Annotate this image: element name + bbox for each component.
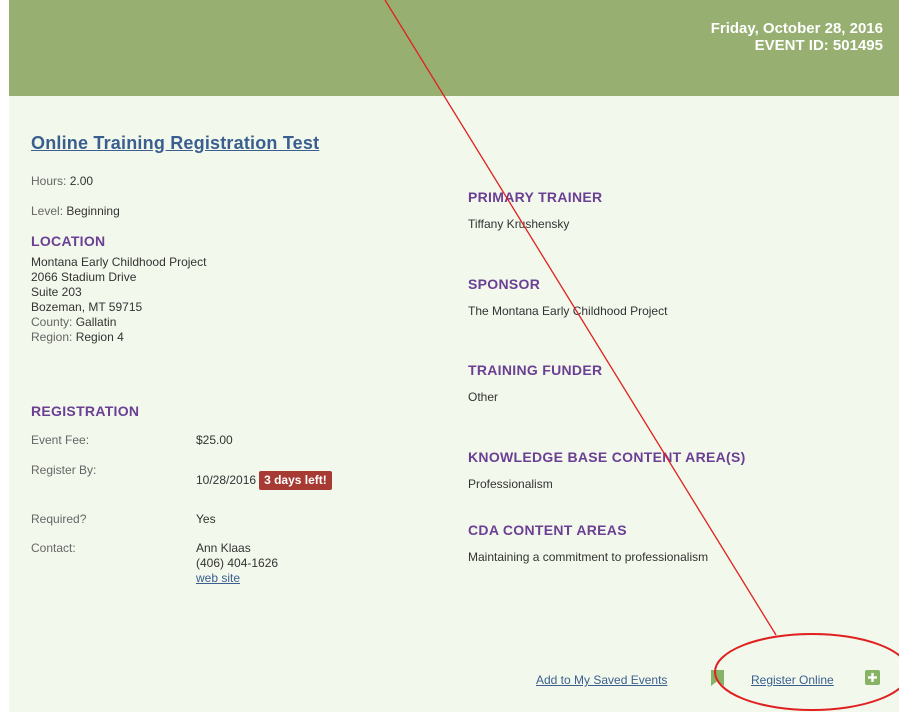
register-by-row: 10/28/2016 3 days left! bbox=[196, 471, 332, 490]
county-row: County: Gallatin bbox=[31, 315, 206, 330]
location-heading: LOCATION bbox=[31, 233, 106, 249]
event-id: EVENT ID: 501495 bbox=[754, 37, 883, 54]
cda-heading: CDA CONTENT AREAS bbox=[468, 522, 627, 538]
region-row: Region: Region 4 bbox=[31, 330, 206, 345]
event-panel bbox=[9, 96, 899, 712]
contact-phone: (406) 404-1626 bbox=[196, 556, 279, 570]
event-date: Friday, October 28, 2016 bbox=[710, 20, 883, 37]
days-left-badge: 3 days left! bbox=[259, 471, 332, 490]
contact-website-link[interactable]: web site bbox=[196, 571, 240, 585]
address-line: 2066 Stadium Drive bbox=[31, 270, 137, 284]
page-header: Friday, October 28, 2016 EVENT ID: 50149… bbox=[9, 0, 899, 96]
region-value: Region 4 bbox=[75, 330, 124, 344]
required-value: Yes bbox=[196, 512, 216, 526]
county-value: Gallatin bbox=[75, 315, 117, 329]
sponsor-value: The Montana Early Childhood Project bbox=[468, 304, 668, 318]
county-label: County: bbox=[31, 315, 73, 329]
address-line: Suite 203 bbox=[31, 285, 82, 299]
address-line: Montana Early Childhood Project bbox=[31, 255, 207, 269]
register-by-value: 10/28/2016 bbox=[196, 473, 257, 487]
hours-label: Hours: bbox=[31, 174, 67, 188]
register-online-link[interactable]: Register Online bbox=[751, 673, 834, 688]
event-fee-value: $25.00 bbox=[196, 433, 233, 447]
contact-name: Ann Klaas bbox=[196, 541, 251, 555]
required-label: Required? bbox=[31, 512, 87, 526]
bookmark-icon[interactable] bbox=[711, 670, 724, 691]
level-label: Level: bbox=[31, 204, 64, 218]
add-to-saved-events-link[interactable]: Add to My Saved Events bbox=[536, 673, 667, 688]
level-value: Beginning bbox=[66, 204, 120, 218]
plus-icon[interactable] bbox=[865, 670, 880, 690]
kb-value: Professionalism bbox=[468, 477, 553, 491]
funder-value: Other bbox=[468, 390, 499, 404]
register-by-label: Register By: bbox=[31, 463, 97, 477]
header-date-block: Friday, October 28, 2016 EVENT ID: 50149… bbox=[711, 20, 883, 54]
hours-row: Hours: 2.00 bbox=[31, 174, 93, 189]
location-address: Montana Early Childhood Project 2066 Sta… bbox=[31, 255, 206, 345]
event-title-link[interactable]: Online Training Registration Test bbox=[31, 133, 319, 154]
address-line: Bozeman, MT 59715 bbox=[31, 300, 143, 314]
event-fee-label: Event Fee: bbox=[31, 433, 90, 447]
contact-block: Ann Klaas (406) 404-1626 web site bbox=[196, 541, 278, 586]
funder-heading: TRAINING FUNDER bbox=[468, 362, 603, 378]
hours-value: 2.00 bbox=[69, 174, 94, 188]
sponsor-heading: SPONSOR bbox=[468, 276, 541, 292]
primary-trainer-value: Tiffany Krushensky bbox=[468, 217, 570, 231]
region-label: Region: bbox=[31, 330, 73, 344]
primary-trainer-heading: PRIMARY TRAINER bbox=[468, 189, 603, 205]
level-row: Level: Beginning bbox=[31, 204, 120, 219]
kb-heading: KNOWLEDGE BASE CONTENT AREA(S) bbox=[468, 449, 746, 465]
contact-label: Contact: bbox=[31, 541, 76, 555]
cda-value: Maintaining a commitment to professional… bbox=[468, 550, 709, 564]
registration-heading: REGISTRATION bbox=[31, 403, 140, 419]
